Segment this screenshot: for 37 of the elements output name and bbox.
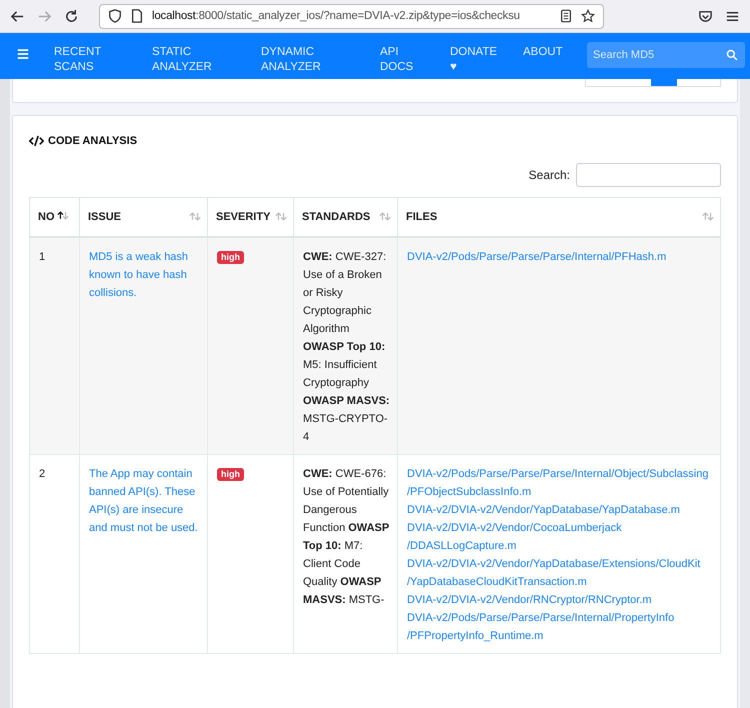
row-number: 1 <box>39 251 46 263</box>
standards-text: CWE: CWE-676: Use of Potentially Dangerous Function OWASP Top 10: M7: Client Code Quality OWASP MASVS: MSTG- <box>303 468 390 606</box>
file-link[interactable]: DVIA-v2/DVIA-v2/Vendor/RNCryptor/RNCryptor.m <box>407 591 714 609</box>
back-icon[interactable] <box>10 8 25 24</box>
file-link[interactable]: DVIA-v2/DVIA-v2/Vendor/YapDatabase/YapDatabase.m <box>407 501 714 519</box>
standards-text: CWE: CWE-327: Use of a Broken or Risky Cryptographic Algorithm OWASP Top 10: M5: Insufficient Cryptography OWASP MASVS: MSTG-CRYPTO-4 <box>303 251 390 443</box>
nav-link[interactable]: DONATE ♥ <box>450 45 498 75</box>
search-field[interactable] <box>576 163 721 187</box>
star-icon[interactable] <box>581 9 595 23</box>
section-title: CODE ANALYSIS <box>48 135 138 147</box>
page-icon <box>130 9 144 23</box>
nav-link[interactable]: STATIC ANALYZER <box>152 45 220 75</box>
shield-icon <box>108 9 122 23</box>
reload-icon[interactable] <box>64 8 79 24</box>
nav-link[interactable]: RECENT SCANS <box>54 45 114 75</box>
reader-icon[interactable] <box>559 9 573 23</box>
code-icon <box>29 135 44 147</box>
search-field[interactable]: Search MD5 <box>587 42 745 68</box>
file-link[interactable]: DVIA-v2/DVIA-v2/Vendor/YapDatabase/Extensions/CloudKit/YapDatabaseCloudKitTransaction.m <box>407 555 714 591</box>
forward-icon[interactable] <box>37 8 52 24</box>
file-link[interactable]: DVIA-v2/DVIA-v2/Vendor/CocoaLumberjack/DDASLLogCapture.m <box>407 519 714 555</box>
file-link[interactable]: DVIA-v2/Pods/Parse/Parse/Parse/Internal/PFHash.m <box>407 248 714 266</box>
file-link[interactable]: DVIA-v2/Pods/Parse/Parse/Parse/Internal/PropertyInfo/PFPropertyInfo_Runtime.m <box>407 609 714 645</box>
file-link[interactable]: DVIA-v2/Pods/Parse/Parse/Parse/Internal/Object/Subclassing/PFObjectSubclassInfo.m <box>407 465 714 501</box>
search-label: Search: <box>528 168 570 182</box>
address-bar[interactable]: localhost:8000/static_analyzer_ios/?name=DVIA-v2.zip&type=ios&checksu <box>99 4 604 28</box>
issue-text: The App may contain banned API(s). These API(s) are insecure and must not be used. <box>89 468 198 534</box>
issue-text: MD5 is a weak hash known to have hash collisions. <box>89 251 188 299</box>
pocket-icon[interactable] <box>698 8 713 24</box>
sort-ascending-icon[interactable] <box>56 211 68 220</box>
nav-link[interactable]: ABOUT <box>523 45 571 60</box>
row-number: 2 <box>39 468 46 480</box>
severity-badge: high <box>217 251 244 264</box>
nav-link[interactable]: DYNAMIC ANALYZER <box>261 45 339 75</box>
search-icon[interactable] <box>726 49 738 61</box>
url-text: localhost:8000/static_analyzer_ios/?name=DVIA-v2.zip&type=ios&checksu <box>152 10 521 22</box>
severity-badge: high <box>217 468 244 481</box>
